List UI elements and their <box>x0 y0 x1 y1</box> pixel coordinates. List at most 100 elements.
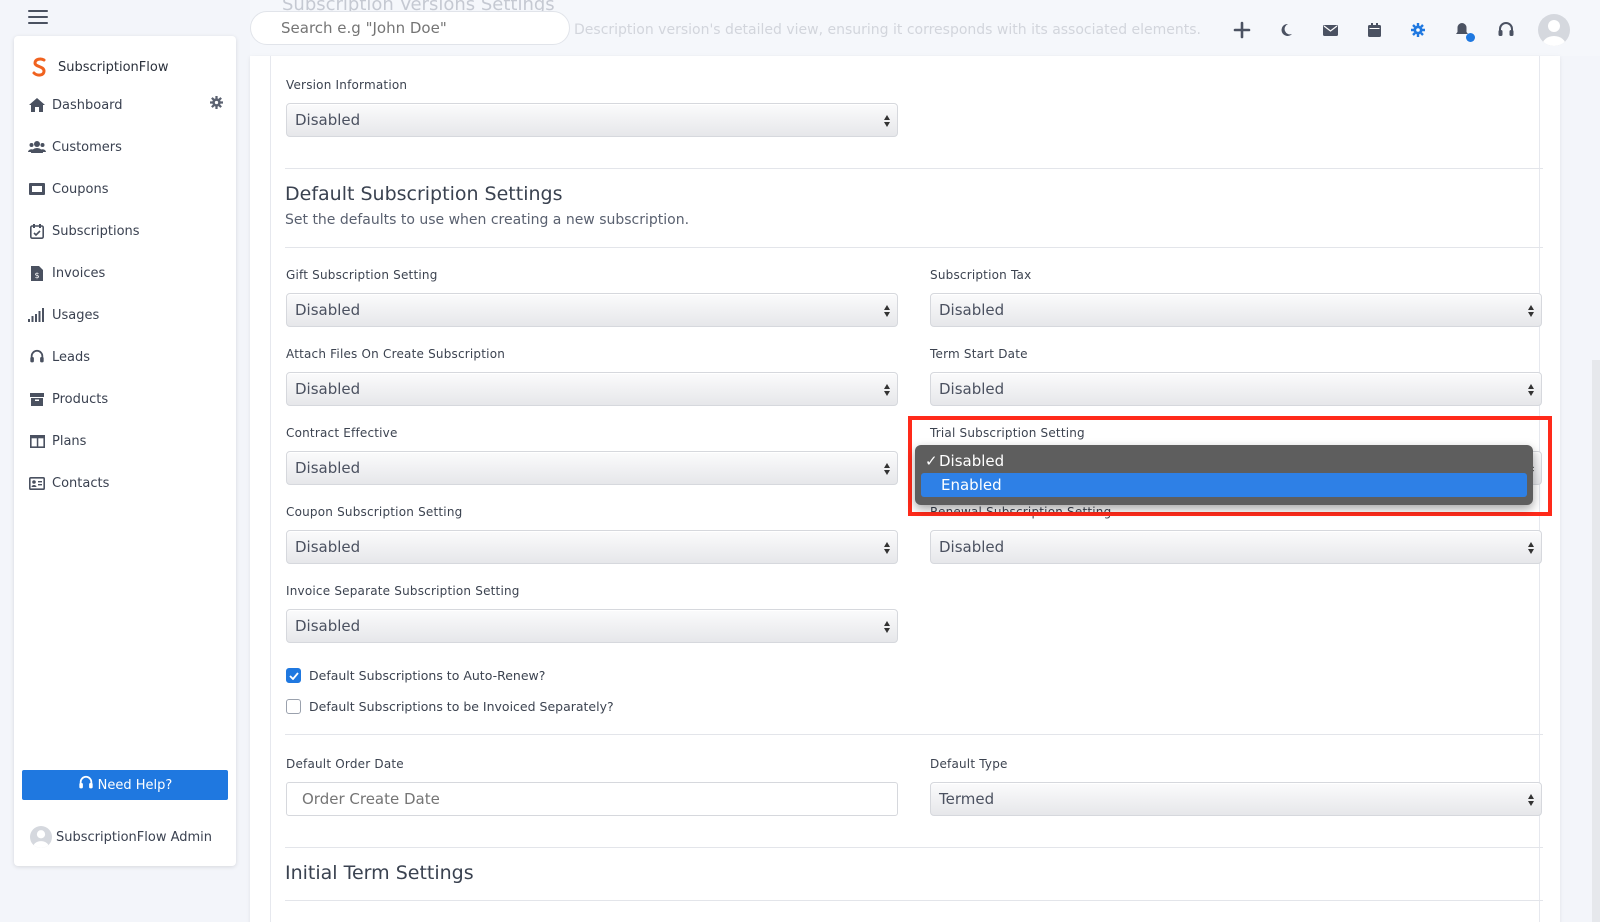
sidebar-item-label: Contacts <box>52 475 110 491</box>
invoice-separate-label: Invoice Separate Subscription Setting <box>286 584 520 598</box>
search-input[interactable] <box>250 11 570 45</box>
select-value: Disabled <box>295 380 361 398</box>
help-headset-icon <box>78 775 94 795</box>
support-headset-icon[interactable] <box>1494 18 1518 42</box>
version-information-label: Version Information <box>286 78 408 92</box>
admin-profile[interactable]: SubscriptionFlow Admin <box>30 826 212 848</box>
divider <box>285 900 1543 901</box>
select-arrows-icon <box>883 461 891 477</box>
sidebar-item-label: Leads <box>52 349 91 365</box>
select-value: Disabled <box>939 301 1005 319</box>
select-arrows-icon <box>1527 382 1535 398</box>
select-value: Disabled <box>295 301 361 319</box>
page-scrollbar[interactable] <box>1592 360 1600 922</box>
sidebar-item-label: Coupons <box>52 181 109 197</box>
invoiced-separately-checkbox[interactable] <box>286 699 301 714</box>
invoice-separate-select[interactable]: Disabled <box>286 609 898 643</box>
admin-avatar <box>30 826 52 848</box>
select-value: Disabled <box>295 111 361 129</box>
sidebar-item-subscriptions[interactable]: Subscriptions <box>28 220 223 242</box>
auto-renew-checkbox-row[interactable]: Default Subscriptions to Auto-Renew? <box>286 668 545 683</box>
brand[interactable]: SubscriptionFlow <box>28 56 168 78</box>
checkbox-label: Default Subscriptions to be Invoiced Sep… <box>309 699 614 714</box>
section-subtitle: Set the defaults to use when creating a … <box>285 212 690 228</box>
select-value: Disabled <box>295 459 361 477</box>
admin-name: SubscriptionFlow Admin <box>56 829 213 845</box>
divider <box>285 847 1543 848</box>
coupon-subscription-label: Coupon Subscription Setting <box>286 505 463 519</box>
coupon-subscription-select[interactable]: Disabled <box>286 530 898 564</box>
sidebar-item-leads[interactable]: Leads <box>28 346 223 368</box>
sidebar-item-label: Products <box>52 391 109 407</box>
gift-subscription-label: Gift Subscription Setting <box>286 268 438 282</box>
select-arrows-icon <box>883 540 891 556</box>
select-arrows-icon <box>883 619 891 635</box>
attach-files-select[interactable]: Disabled <box>286 372 898 406</box>
auto-renew-checkbox[interactable] <box>286 668 301 683</box>
sidebar: SubscriptionFlow Dashboard Customers Cou… <box>14 36 236 866</box>
option-label: Enabled <box>941 476 1002 494</box>
dashboard-settings-gear-icon[interactable] <box>210 96 223 113</box>
sidebar-item-coupons[interactable]: Coupons <box>28 178 223 200</box>
renewal-subscription-select[interactable]: Disabled <box>930 530 1542 564</box>
subscription-tax-select[interactable]: Disabled <box>930 293 1542 327</box>
version-information-select[interactable]: Disabled <box>286 103 898 137</box>
user-avatar[interactable] <box>1538 14 1570 46</box>
topbar-actions <box>1230 14 1570 46</box>
users-icon <box>28 139 46 155</box>
option-label: Disabled <box>939 452 1005 470</box>
select-value: Disabled <box>295 538 361 556</box>
sidebar-item-contacts[interactable]: Contacts <box>28 472 223 494</box>
sidebar-item-products[interactable]: Products <box>28 388 223 410</box>
select-arrows-icon <box>1527 540 1535 556</box>
gift-subscription-select[interactable]: Disabled <box>286 293 898 327</box>
mail-icon[interactable] <box>1318 18 1342 42</box>
add-icon[interactable] <box>1230 18 1254 42</box>
calendar-icon[interactable] <box>1362 18 1386 42</box>
sidebar-item-plans[interactable]: Plans <box>28 430 223 452</box>
contact-card-icon <box>28 475 46 491</box>
sidebar-item-label: Plans <box>52 433 87 449</box>
select-arrows-icon <box>883 303 891 319</box>
select-value: Disabled <box>295 617 361 635</box>
default-order-date-input[interactable] <box>286 782 898 816</box>
scrolled-section-subtitle: Description version's detailed view, ens… <box>574 22 1201 38</box>
bars-icon <box>28 307 46 323</box>
brand-name: SubscriptionFlow <box>58 59 169 75</box>
dropdown-option-disabled[interactable]: ✓ Disabled <box>921 449 1527 473</box>
default-order-date-label: Default Order Date <box>286 757 404 771</box>
brand-logo-icon <box>32 57 46 77</box>
select-arrows-icon <box>883 113 891 129</box>
sidebar-item-invoices[interactable]: $ Invoices <box>28 262 223 284</box>
contract-effective-select[interactable]: Disabled <box>286 451 898 485</box>
sidebar-item-label: Customers <box>52 139 122 155</box>
dark-mode-moon-icon[interactable] <box>1274 18 1298 42</box>
menu-toggle-icon[interactable] <box>28 10 48 24</box>
sidebar-item-dashboard[interactable]: Dashboard <box>28 94 223 116</box>
settings-gear-icon[interactable] <box>1406 18 1430 42</box>
trial-subscription-dropdown[interactable]: ✓ Disabled Enabled <box>915 445 1533 505</box>
ticket-icon <box>28 181 46 197</box>
select-arrows-icon <box>1527 303 1535 319</box>
invoice-icon: $ <box>28 265 46 281</box>
select-arrows-icon <box>1527 792 1535 808</box>
selected-check-icon: ✓ <box>925 452 938 470</box>
sidebar-item-label: Dashboard <box>52 97 123 113</box>
invoiced-separately-checkbox-row[interactable]: Default Subscriptions to be Invoiced Sep… <box>286 699 614 714</box>
need-help-button[interactable]: Need Help? <box>22 770 228 800</box>
divider <box>285 734 1543 735</box>
select-arrows-icon <box>883 382 891 398</box>
select-value: Termed <box>939 790 995 808</box>
notifications-bell-icon[interactable] <box>1450 18 1475 42</box>
divider <box>285 247 1543 248</box>
sidebar-item-usages[interactable]: Usages <box>28 304 223 326</box>
default-type-label: Default Type <box>930 757 1008 771</box>
contract-effective-label: Contract Effective <box>286 426 398 440</box>
calendar-check-icon <box>28 223 46 239</box>
sidebar-item-label: Usages <box>52 307 100 323</box>
term-start-date-label: Term Start Date <box>930 347 1028 361</box>
term-start-date-select[interactable]: Disabled <box>930 372 1542 406</box>
sidebar-item-customers[interactable]: Customers <box>28 136 223 158</box>
default-type-select[interactable]: Termed <box>930 782 1542 816</box>
dropdown-option-enabled[interactable]: Enabled <box>921 473 1527 497</box>
